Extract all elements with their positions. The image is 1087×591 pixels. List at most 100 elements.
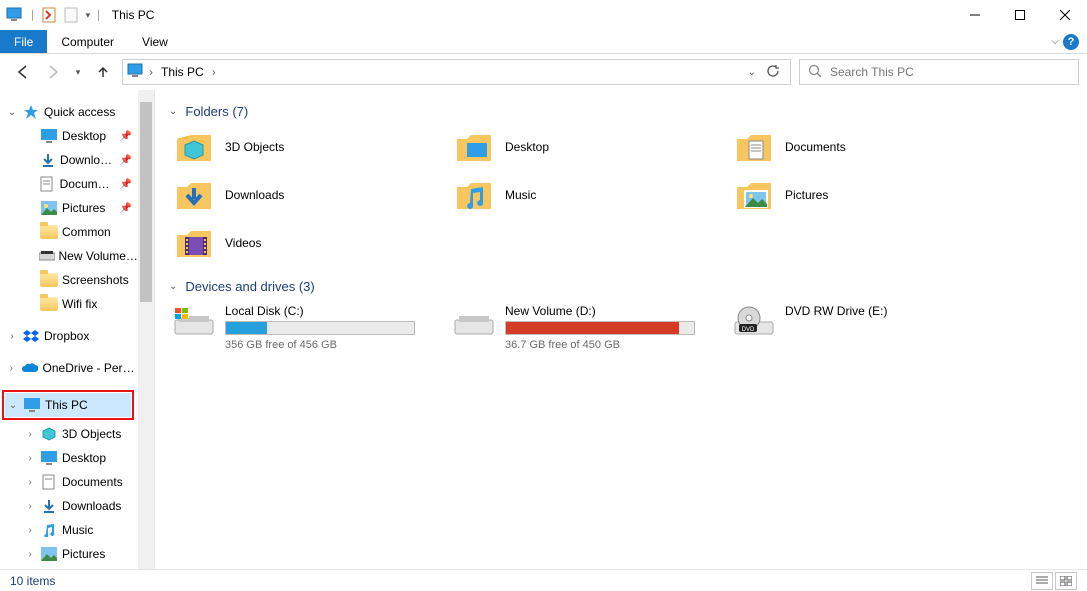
sidebar-this-pc[interactable]: ⌄ This PC [5,393,131,417]
sidebar-item-label: 3D Objects [62,427,121,441]
sidebar-item-pictures[interactable]: ·Pictures📌 [0,196,138,220]
sidebar-item-documents-2[interactable]: › Documents [0,470,138,494]
forward-button[interactable] [42,61,64,83]
tiles-view-button[interactable] [1055,572,1077,590]
tab-view[interactable]: View [128,30,182,53]
folder-icon [40,271,58,289]
sidebar-item-label: Dropbox [44,329,89,343]
group-title: Devices and drives (3) [185,279,314,294]
sidebar-onedrive[interactable]: ›OneDrive - Personal [0,356,138,380]
ribbon-expand-icon[interactable]: ⌵ [1051,36,1059,47]
navigation-pane: ⌄ Quick access ·Desktop📌 ·Downloads📌 ·Do… [0,90,155,569]
ribbon-tabs: File Computer View ⌵ ? [0,30,1087,54]
address-bar[interactable]: › This PC › ⌄ [122,59,791,85]
sidebar-item-label: Screenshots [62,273,129,287]
back-button[interactable] [12,61,34,83]
chevron-right-icon[interactable]: › [24,501,36,512]
folder-tile-desktop[interactable]: Desktop [449,125,699,169]
details-view-button[interactable] [1031,572,1053,590]
scrollbar-thumb[interactable] [140,102,152,302]
breadcrumb[interactable]: This PC [157,65,208,79]
chevron-right-icon[interactable]: › [24,429,36,440]
downloads-icon [173,177,215,213]
folder-tile-music[interactable]: Music [449,173,699,217]
sidebar-item-label: Downloads [62,499,121,513]
sidebar-item-label: Wifi fix [62,297,97,311]
sidebar-item-documents[interactable]: ·Documents📌 [0,172,138,196]
drive-tile-local-disk-c[interactable]: Local Disk (C:) 356 GB free of 456 GB [169,300,419,355]
qat-blank-icon[interactable] [64,7,80,23]
sidebar-item-common[interactable]: ·Common [0,220,138,244]
file-tab[interactable]: File [0,30,47,53]
sidebar-item-desktop[interactable]: ·Desktop📌 [0,124,138,148]
sidebar-item-wifi-fix[interactable]: ·Wifi fix [0,292,138,316]
qat-dropdown-icon[interactable]: ▾ [86,10,91,21]
close-button[interactable] [1042,0,1087,30]
chevron-right-icon[interactable]: › [149,65,153,79]
navigation-bar: ▾ › This PC › ⌄ [0,54,1087,90]
sidebar-item-label: Downloads [60,153,116,167]
chevron-right-icon[interactable]: › [24,477,36,488]
folder-icon [40,295,58,313]
drive-tile-new-volume-d[interactable]: New Volume (D:) 36.7 GB free of 450 GB [449,300,699,355]
properties-icon[interactable] [42,7,58,23]
folder-tile-pictures[interactable]: Pictures [729,173,979,217]
sidebar-item-label: New Volume (D:) [59,249,138,263]
folder-label: Music [505,188,536,202]
pin-icon: 📌 [120,131,132,142]
highlighted-selection: ⌄ This PC [2,390,134,420]
chevron-right-icon[interactable]: › [24,453,36,464]
refresh-icon[interactable] [766,64,780,81]
folder-tile-videos[interactable]: Videos [169,221,419,265]
pc-icon [127,63,145,82]
usage-fill [506,322,679,334]
chevron-right-icon[interactable]: › [6,331,18,342]
sidebar-item-3d-objects[interactable]: › 3D Objects [0,422,138,446]
chevron-right-icon[interactable]: › [212,65,216,79]
group-header-folders[interactable]: ⌄ Folders (7) [169,104,1073,119]
drive-icon [453,304,495,340]
help-icon[interactable]: ? [1063,34,1079,50]
downloads-icon [40,497,58,515]
folder-icon [40,223,58,241]
folder-tile-3d-objects[interactable]: 3D Objects [169,125,419,169]
folder-tile-documents[interactable]: Documents [729,125,979,169]
up-button[interactable] [92,61,114,83]
sidebar-item-desktop-2[interactable]: › Desktop [0,446,138,470]
minimize-button[interactable] [952,0,997,30]
breadcrumb-label: This PC [161,65,204,79]
folder-tile-downloads[interactable]: Downloads [169,173,419,217]
sidebar-item-label: Desktop [62,451,106,465]
chevron-right-icon[interactable]: › [24,549,36,560]
chevron-down-icon[interactable]: ⌄ [169,106,177,117]
sidebar-item-downloads-2[interactable]: › Downloads [0,494,138,518]
videos-icon [173,225,215,261]
address-dropdown-icon[interactable]: ⌄ [748,67,756,78]
recent-locations-button[interactable]: ▾ [72,61,84,83]
sidebar-scrollbar[interactable] [138,90,154,569]
maximize-button[interactable] [997,0,1042,30]
chevron-down-icon[interactable]: ⌄ [7,400,19,411]
sidebar-item-label: Music [62,523,93,537]
dvd-drive-icon: DVD [733,304,775,340]
tab-computer[interactable]: Computer [47,30,128,53]
chevron-down-icon[interactable]: ⌄ [169,281,177,292]
sidebar-quick-access[interactable]: ⌄ Quick access [0,100,138,124]
sidebar-item-music[interactable]: › Music [0,518,138,542]
window-title: This PC [112,8,155,22]
chevron-down-icon[interactable]: ⌄ [6,107,18,118]
sidebar-dropbox[interactable]: › Dropbox [0,324,138,348]
sidebar-item-screenshots[interactable]: ·Screenshots [0,268,138,292]
chevron-right-icon[interactable]: › [24,525,36,536]
sidebar-item-downloads[interactable]: ·Downloads📌 [0,148,138,172]
chevron-right-icon[interactable]: › [6,363,17,374]
group-header-drives[interactable]: ⌄ Devices and drives (3) [169,279,1073,294]
sidebar-item-label: Documents [62,475,123,489]
sidebar-item-pictures-2[interactable]: ›Pictures [0,542,138,566]
usage-bar [505,321,695,335]
desktop-icon [453,129,495,165]
drive-tile-dvd-rw-e[interactable]: DVD DVD RW Drive (E:) [729,300,979,355]
search-box[interactable] [799,59,1079,85]
sidebar-item-new-volume[interactable]: ·New Volume (D:) [0,244,138,268]
search-input[interactable] [830,65,1070,79]
